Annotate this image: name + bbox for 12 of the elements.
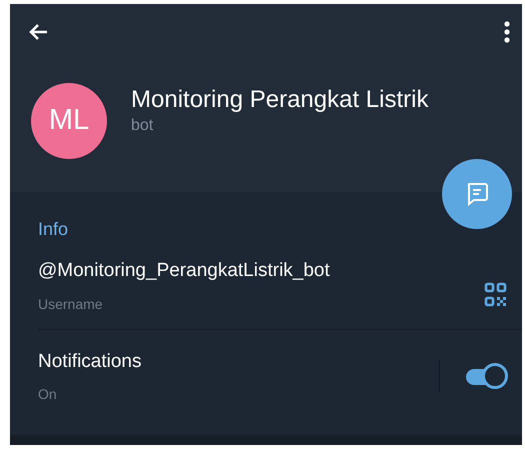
profile-status: bot xyxy=(131,116,154,136)
qr-code-icon[interactable] xyxy=(484,282,508,308)
more-options-icon[interactable] xyxy=(504,21,510,43)
profile-name: Monitoring Perangkat Listrik xyxy=(131,86,428,114)
row-title: Notifications xyxy=(38,350,142,374)
row-title: @Monitoring_PerangkatListrik_bot xyxy=(38,259,330,283)
back-icon[interactable] xyxy=(28,23,48,41)
notifications-toggle[interactable] xyxy=(466,363,508,390)
row-subtitle: On xyxy=(38,385,58,404)
section-heading: Info xyxy=(38,218,70,241)
row-subtitle: Username xyxy=(38,294,104,314)
avatar: ML xyxy=(31,83,107,159)
